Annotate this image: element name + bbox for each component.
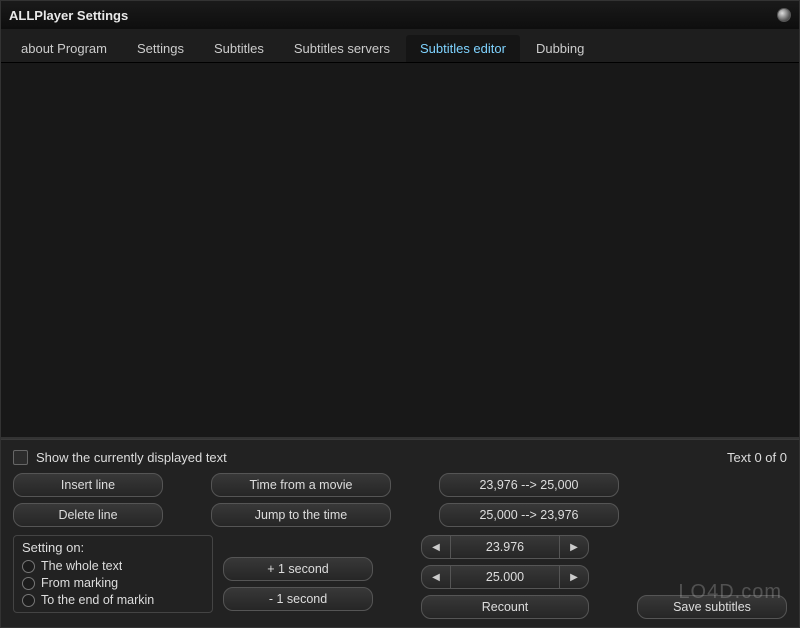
plus-1-second-button[interactable]: + 1 second (223, 557, 373, 581)
save-subtitles-button[interactable]: Save subtitles (637, 595, 787, 619)
bottom-panel: Show the currently displayed text Text 0… (1, 439, 799, 627)
insert-line-button[interactable]: Insert line (13, 473, 163, 497)
controls-row-1: Insert line Delete line Time from a movi… (13, 473, 787, 527)
tab-subtitles[interactable]: Subtitles (200, 35, 278, 62)
fps2-value[interactable]: 25.000 (451, 565, 559, 589)
tab-dubbing[interactable]: Dubbing (522, 35, 598, 62)
radio-from-marking-label: From marking (41, 576, 118, 590)
tab-subtitles-servers[interactable]: Subtitles servers (280, 35, 404, 62)
time-from-movie-button[interactable]: Time from a movie (211, 473, 391, 497)
delete-line-button[interactable]: Delete line (13, 503, 163, 527)
titlebar: ALLPlayer Settings (1, 1, 799, 29)
show-text-checkbox[interactable] (13, 450, 28, 465)
radio-whole-text-label: The whole text (41, 559, 122, 573)
jump-to-time-button[interactable]: Jump to the time (211, 503, 391, 527)
fps1-increment-icon[interactable]: ▶ (559, 535, 589, 559)
fps-23-to-25-button[interactable]: 23,976 --> 25,000 (439, 473, 619, 497)
settings-window: ALLPlayer Settings about Program Setting… (0, 0, 800, 628)
setting-on-group: Setting on: The whole text From marking … (13, 535, 213, 613)
tab-subtitles-editor[interactable]: Subtitles editor (406, 35, 520, 62)
content-area: Show the currently displayed text Text 0… (1, 63, 799, 627)
tab-bar: about Program Settings Subtitles Subtitl… (1, 29, 799, 63)
close-orb-icon[interactable] (777, 8, 791, 22)
show-text-label: Show the currently displayed text (36, 450, 227, 465)
tab-about-program[interactable]: about Program (7, 35, 121, 62)
fps-25-to-23-button[interactable]: 25,000 --> 23,976 (439, 503, 619, 527)
fps2-decrement-icon[interactable]: ◀ (421, 565, 451, 589)
controls-row-2: Setting on: The whole text From marking … (13, 535, 787, 619)
show-text-row: Show the currently displayed text Text 0… (13, 450, 787, 465)
fps2-increment-icon[interactable]: ▶ (559, 565, 589, 589)
fps1-decrement-icon[interactable]: ◀ (421, 535, 451, 559)
radio-from-marking[interactable] (22, 577, 35, 590)
window-title: ALLPlayer Settings (9, 8, 128, 23)
radio-whole-text[interactable] (22, 560, 35, 573)
subtitle-editor-area[interactable] (1, 63, 799, 439)
setting-on-label: Setting on: (22, 540, 204, 555)
fps-spinner-1: ◀ 23.976 ▶ (421, 535, 589, 559)
fps-spinner-2: ◀ 25.000 ▶ (421, 565, 589, 589)
text-counter: Text 0 of 0 (727, 450, 787, 465)
fps1-value[interactable]: 23.976 (451, 535, 559, 559)
radio-to-end-marking[interactable] (22, 594, 35, 607)
radio-to-end-marking-label: To the end of markin (41, 593, 154, 607)
recount-button[interactable]: Recount (421, 595, 589, 619)
minus-1-second-button[interactable]: - 1 second (223, 587, 373, 611)
tab-settings[interactable]: Settings (123, 35, 198, 62)
